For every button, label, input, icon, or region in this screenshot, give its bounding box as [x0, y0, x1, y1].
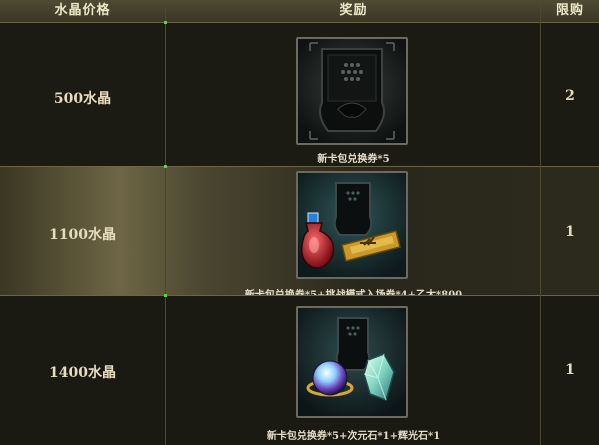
price-cell: 1100水晶 — [49, 227, 116, 243]
header-limit: 限购 — [555, 3, 584, 18]
limit-cell: 2 — [565, 88, 575, 104]
card-pack-orb-crystal-icon — [296, 306, 408, 418]
table-row[interactable]: 1400水晶 新卡包兑换券*5+次元石*1+辉光石*1 1 — [0, 296, 599, 445]
row-divider — [0, 166, 599, 167]
column-divider — [165, 0, 166, 445]
row-divider — [0, 295, 599, 296]
reward-label: 新卡包兑换券*5 — [317, 154, 390, 165]
reward-label: 新卡包兑换券*5+次元石*1+辉光石*1 — [266, 431, 441, 442]
table-header: 水晶价格 奖励 限购 — [0, 0, 599, 23]
card-pack-icon — [296, 37, 408, 145]
limit-cell: 1 — [565, 362, 575, 378]
limit-cell: 1 — [565, 224, 575, 240]
crystal-shop-table: 水晶价格 奖励 限购 500水晶 新卡包兑换券*5 2 1100水晶 1 140… — [0, 0, 599, 445]
price-cell: 1400水晶 — [49, 365, 116, 381]
table-row[interactable]: 500水晶 新卡包兑换券*5 2 — [0, 23, 599, 166]
card-pack-potion-ticket-icon — [296, 171, 408, 279]
header-reward: 奖励 — [339, 3, 368, 18]
grid-corner-marker — [164, 294, 167, 297]
grid-corner-marker — [164, 21, 167, 24]
price-cell: 500水晶 — [53, 91, 112, 107]
table-row[interactable]: 1100水晶 新卡包兑换券*5+挑战模式入场券*4+乙太*800 1 — [0, 167, 599, 301]
column-divider — [540, 0, 541, 445]
header-price: 水晶价格 — [54, 3, 111, 18]
grid-corner-marker — [164, 165, 167, 168]
